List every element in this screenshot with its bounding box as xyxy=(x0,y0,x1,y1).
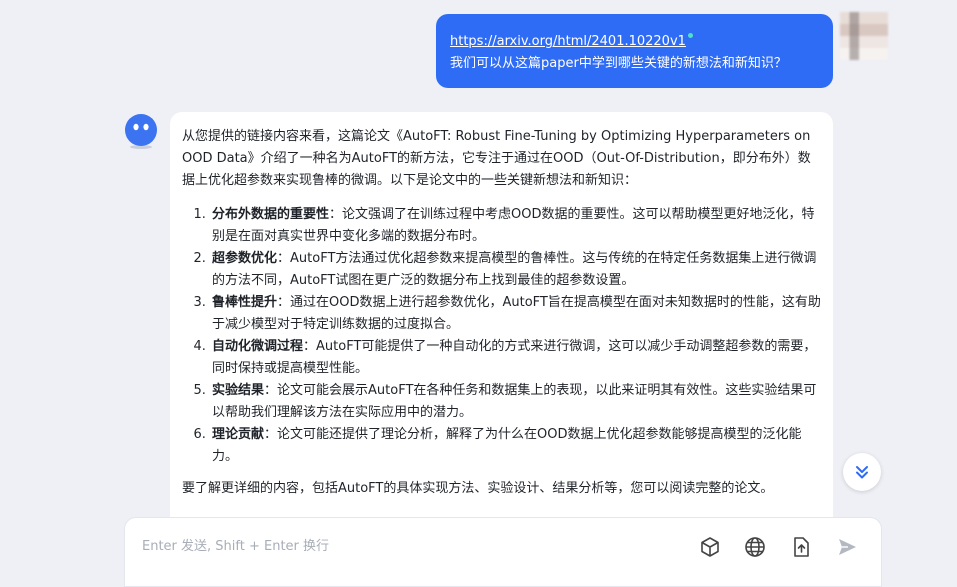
key-point-text: ：论文可能会展示AutoFT在各种任务和数据集上的表现，以此来证明其有效性。这些… xyxy=(212,383,817,420)
key-point-title: 超参数优化 xyxy=(212,251,278,266)
key-point-item: 实验结果：论文可能会展示AutoFT在各种任务和数据集上的表现，以此来证明其有效… xyxy=(210,380,821,424)
user-message-bubble: https://arxiv.org/html/2401.10220v1 我们可以… xyxy=(436,14,833,88)
key-point-title: 鲁棒性提升 xyxy=(212,295,278,310)
user-avatar xyxy=(840,12,888,60)
assistant-intro: 从您提供的链接内容来看，这篇论文《AutoFT: Robust Fine-Tun… xyxy=(182,129,811,188)
upload-file-button[interactable] xyxy=(789,535,813,559)
bot-avatar-icon xyxy=(123,114,159,150)
key-point-text: ：AutoFT方法通过优化超参数来提高模型的鲁棒性。这与传统的在特定任务数据集上… xyxy=(212,251,817,288)
key-point-item: 理论贡献：论文可能还提供了理论分析，解释了为什么在OOD数据上优化超参数能够提高… xyxy=(210,424,821,468)
key-point-item: 自动化微调过程：AutoFT可能提供了一种自动化的方式来进行微调，这可以减少手动… xyxy=(210,336,821,380)
status-dot xyxy=(687,33,693,38)
key-point-text: ：通过在OOD数据上进行超参数优化，AutoFT旨在提高模型在面对未知数据时的性… xyxy=(212,295,821,332)
send-button[interactable] xyxy=(835,535,859,559)
assistant-closing: 要了解更详细的内容，包括AutoFT的具体实现方法、实验设计、结果分析等，您可以… xyxy=(182,481,774,496)
key-point-item: 分布外数据的重要性：论文强调了在训练过程中考虑OOD数据的重要性。这可以帮助模型… xyxy=(210,204,821,248)
user-message-link-line: https://arxiv.org/html/2401.10220v1 xyxy=(450,31,819,53)
scroll-to-bottom-button[interactable] xyxy=(843,453,881,491)
file-upload-icon xyxy=(794,537,809,557)
key-point-item: 超参数优化：AutoFT方法通过优化超参数来提高模型的鲁棒性。这与传统的在特定任… xyxy=(210,248,821,292)
key-points-list: 分布外数据的重要性：论文强调了在训练过程中考虑OOD数据的重要性。这可以帮助模型… xyxy=(182,204,821,468)
key-point-title: 自动化微调过程 xyxy=(212,339,304,354)
user-message-question: 我们可以从这篇paper中学到哪些关键的新想法和新知识？ xyxy=(450,56,787,71)
assistant-message-bubble: 从您提供的链接内容来看，这篇论文《AutoFT: Robust Fine-Tun… xyxy=(170,112,833,582)
key-point-text: ：AutoFT可能提供了一种自动化的方式来进行微调，这可以减少手动调整超参数的需… xyxy=(212,339,817,376)
key-point-title: 实验结果 xyxy=(212,383,265,398)
key-point-text: ：论文可能还提供了理论分析，解释了为什么在OOD数据上优化超参数能够提高模型的泛… xyxy=(212,427,802,464)
double-chevron-down-icon xyxy=(856,466,868,479)
message-input[interactable] xyxy=(140,534,664,558)
paper-link[interactable]: https://arxiv.org/html/2401.10220v1 xyxy=(450,34,686,49)
send-icon xyxy=(839,539,856,555)
key-point-title: 分布外数据的重要性 xyxy=(212,207,330,222)
message-composer xyxy=(124,517,882,587)
key-point-item: 鲁棒性提升：通过在OOD数据上进行超参数优化，AutoFT旨在提高模型在面对未知… xyxy=(210,292,821,336)
key-point-title: 理论贡献 xyxy=(212,427,265,442)
globe-icon xyxy=(745,537,765,557)
cube-button[interactable] xyxy=(698,535,722,559)
web-search-button[interactable] xyxy=(743,535,767,559)
cube-icon xyxy=(701,537,719,557)
